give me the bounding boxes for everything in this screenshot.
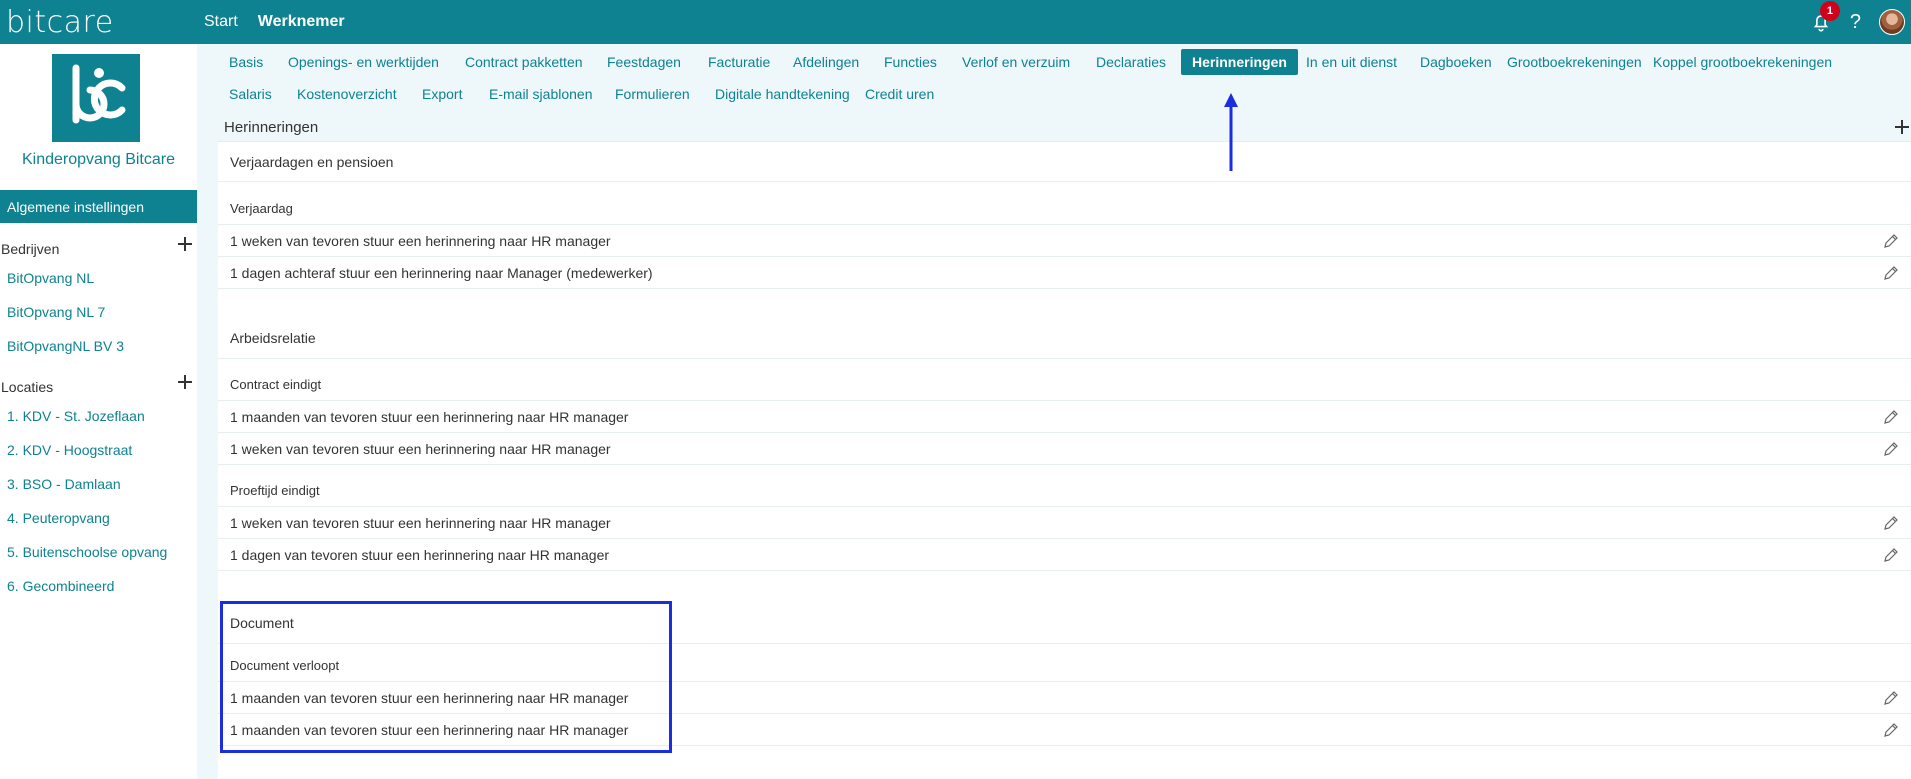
reminder-text: 1 maanden van tevoren stuur een herinner… (230, 409, 629, 425)
subsection-title: Contract eindigt (230, 377, 322, 392)
group-title: Verjaardagen en pensioen (230, 154, 394, 170)
reminder-row: 1 dagen achteraf stuur een herinnering n… (218, 257, 1911, 289)
company-link[interactable]: BitOpvang NL 7 (7, 304, 105, 320)
reminder-text: 1 weken van tevoren stuur een herinnerin… (230, 515, 611, 531)
subsection-row: Proeftijd eindigt (218, 472, 1911, 507)
location-link[interactable]: 2. KDV - Hoogstraat (7, 442, 132, 458)
annotation-highlight-box (220, 601, 672, 753)
subsection-title: Verjaardag (230, 201, 293, 216)
reminder-text: 1 weken van tevoren stuur een herinnerin… (230, 233, 611, 249)
org-logo (52, 54, 140, 142)
edit-pencil-icon[interactable] (1883, 409, 1899, 425)
reminder-text: 1 weken van tevoren stuur een herinnerin… (230, 441, 611, 457)
tab-salaris[interactable]: Salaris (218, 81, 283, 107)
tab-credit-uren[interactable]: Credit uren (854, 81, 945, 107)
page-title: Herinneringen (224, 119, 319, 136)
location-link[interactable]: 5. Buitenschoolse opvang (7, 544, 167, 560)
notification-bell-icon[interactable]: 1 (1810, 1, 1840, 33)
reminder-row: 1 weken van tevoren stuur een herinnerin… (218, 225, 1911, 257)
reminder-text: 1 dagen van tevoren stuur een herinnerin… (230, 547, 610, 563)
tab-basis[interactable]: Basis (218, 49, 274, 75)
add-company-icon[interactable] (178, 237, 192, 251)
group-title: Arbeidsrelatie (230, 330, 316, 346)
help-icon[interactable]: ? (1850, 11, 1861, 34)
company-link[interactable]: BitOpvang NL (7, 270, 94, 286)
settings-tabs: Basis Openings- en werktijden Contract p… (218, 44, 1911, 112)
tab-facturatie[interactable]: Facturatie (697, 49, 781, 75)
tab-kostenoverzicht[interactable]: Kostenoverzicht (286, 81, 408, 107)
tab-functies[interactable]: Functies (873, 49, 948, 75)
companies-title: Bedrijven (1, 241, 60, 257)
reminder-text: 1 dagen achteraf stuur een herinnering n… (230, 265, 653, 281)
group-row: Arbeidsrelatie (218, 317, 1911, 359)
subsection-title: Proeftijd eindigt (230, 483, 320, 498)
annotation-arrow (1224, 93, 1238, 171)
top-bar: bitcare Start Werknemer 1 ? (0, 0, 1911, 44)
reminders-header: Herinneringen (218, 112, 1911, 142)
tab-afdelingen[interactable]: Afdelingen (782, 49, 870, 75)
tab-koppel-grootboekrekeningen[interactable]: Koppel grootboekrekeningen (1642, 49, 1843, 75)
org-name: Kinderopvang Bitcare (22, 151, 175, 168)
tab-grootboekrekeningen[interactable]: Grootboekrekeningen (1496, 49, 1653, 75)
reminder-row: 1 weken van tevoren stuur een herinnerin… (218, 507, 1911, 539)
bitcare-logo[interactable]: bitcare (6, 5, 196, 40)
tab-openings-werktijden[interactable]: Openings- en werktijden (277, 49, 450, 75)
subsection-row: Verjaardag (218, 190, 1911, 225)
edit-pencil-icon[interactable] (1883, 690, 1899, 706)
edit-pencil-icon[interactable] (1883, 722, 1899, 738)
edit-pencil-icon[interactable] (1883, 441, 1899, 457)
tab-feestdagen[interactable]: Feestdagen (596, 49, 692, 75)
location-link[interactable]: 3. BSO - Damlaan (7, 476, 121, 492)
notification-badge: 1 (1819, 1, 1840, 21)
location-link[interactable]: 4. Peuteropvang (7, 510, 110, 526)
tab-digitale-handtekening[interactable]: Digitale handtekening (704, 81, 861, 107)
tab-in-uit-dienst[interactable]: In en uit dienst (1295, 49, 1408, 75)
tab-herinneringen[interactable]: Herinneringen (1181, 49, 1298, 75)
reminder-row: 1 maanden van tevoren stuur een herinner… (218, 401, 1911, 433)
tab-email-sjablonen[interactable]: E-mail sjablonen (478, 81, 604, 107)
tab-dagboeken[interactable]: Dagboeken (1409, 49, 1503, 75)
top-nav: Start Werknemer (204, 13, 345, 31)
tab-contract-pakketten[interactable]: Contract pakketten (454, 49, 594, 75)
location-link[interactable]: 1. KDV - St. Jozeflaan (7, 408, 145, 424)
nav-werknemer[interactable]: Werknemer (258, 13, 345, 31)
tab-verlof-verzuim[interactable]: Verlof en verzuim (951, 49, 1081, 75)
reminder-row: 1 weken van tevoren stuur een herinnerin… (218, 433, 1911, 465)
subsection-row: Contract eindigt (218, 366, 1911, 401)
nav-start[interactable]: Start (204, 13, 238, 31)
tab-export[interactable]: Export (411, 81, 473, 107)
location-link[interactable]: 6. Gecombineerd (7, 578, 114, 594)
top-right-controls: 1 ? (1810, 1, 1911, 35)
edit-pencil-icon[interactable] (1883, 265, 1899, 281)
reminder-row: 1 dagen van tevoren stuur een herinnerin… (218, 539, 1911, 571)
add-reminder-icon[interactable] (1895, 120, 1909, 134)
edit-pencil-icon[interactable] (1883, 515, 1899, 531)
add-location-icon[interactable] (178, 375, 192, 389)
group-row: Verjaardagen en pensioen (218, 142, 1911, 182)
tab-formulieren[interactable]: Formulieren (604, 81, 701, 107)
tab-declaraties[interactable]: Declaraties (1085, 49, 1177, 75)
company-link[interactable]: BitOpvangNL BV 3 (7, 338, 124, 354)
user-avatar[interactable] (1879, 9, 1905, 35)
edit-pencil-icon[interactable] (1883, 233, 1899, 249)
edit-pencil-icon[interactable] (1883, 547, 1899, 563)
sidebar: Kinderopvang Bitcare Algemene instelling… (0, 44, 197, 779)
general-settings-header[interactable]: Algemene instellingen (0, 190, 197, 223)
locations-title: Locaties (1, 379, 54, 395)
